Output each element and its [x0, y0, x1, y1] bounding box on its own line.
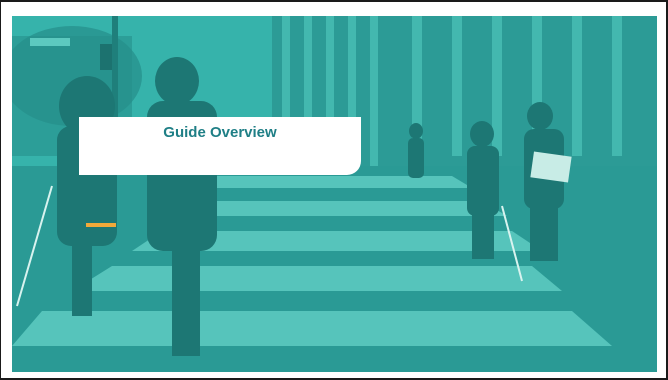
title-card: Guide Overview: [79, 117, 361, 175]
accent-bar: [86, 223, 116, 227]
background-photo: [12, 16, 657, 372]
crosswalk-scene: [12, 16, 657, 372]
street-sign: [30, 38, 70, 46]
traffic-signal: [100, 44, 112, 70]
slide-title: Guide Overview: [163, 124, 277, 141]
slide-frame: Guide Overview: [0, 0, 668, 380]
clipboard: [530, 151, 572, 183]
